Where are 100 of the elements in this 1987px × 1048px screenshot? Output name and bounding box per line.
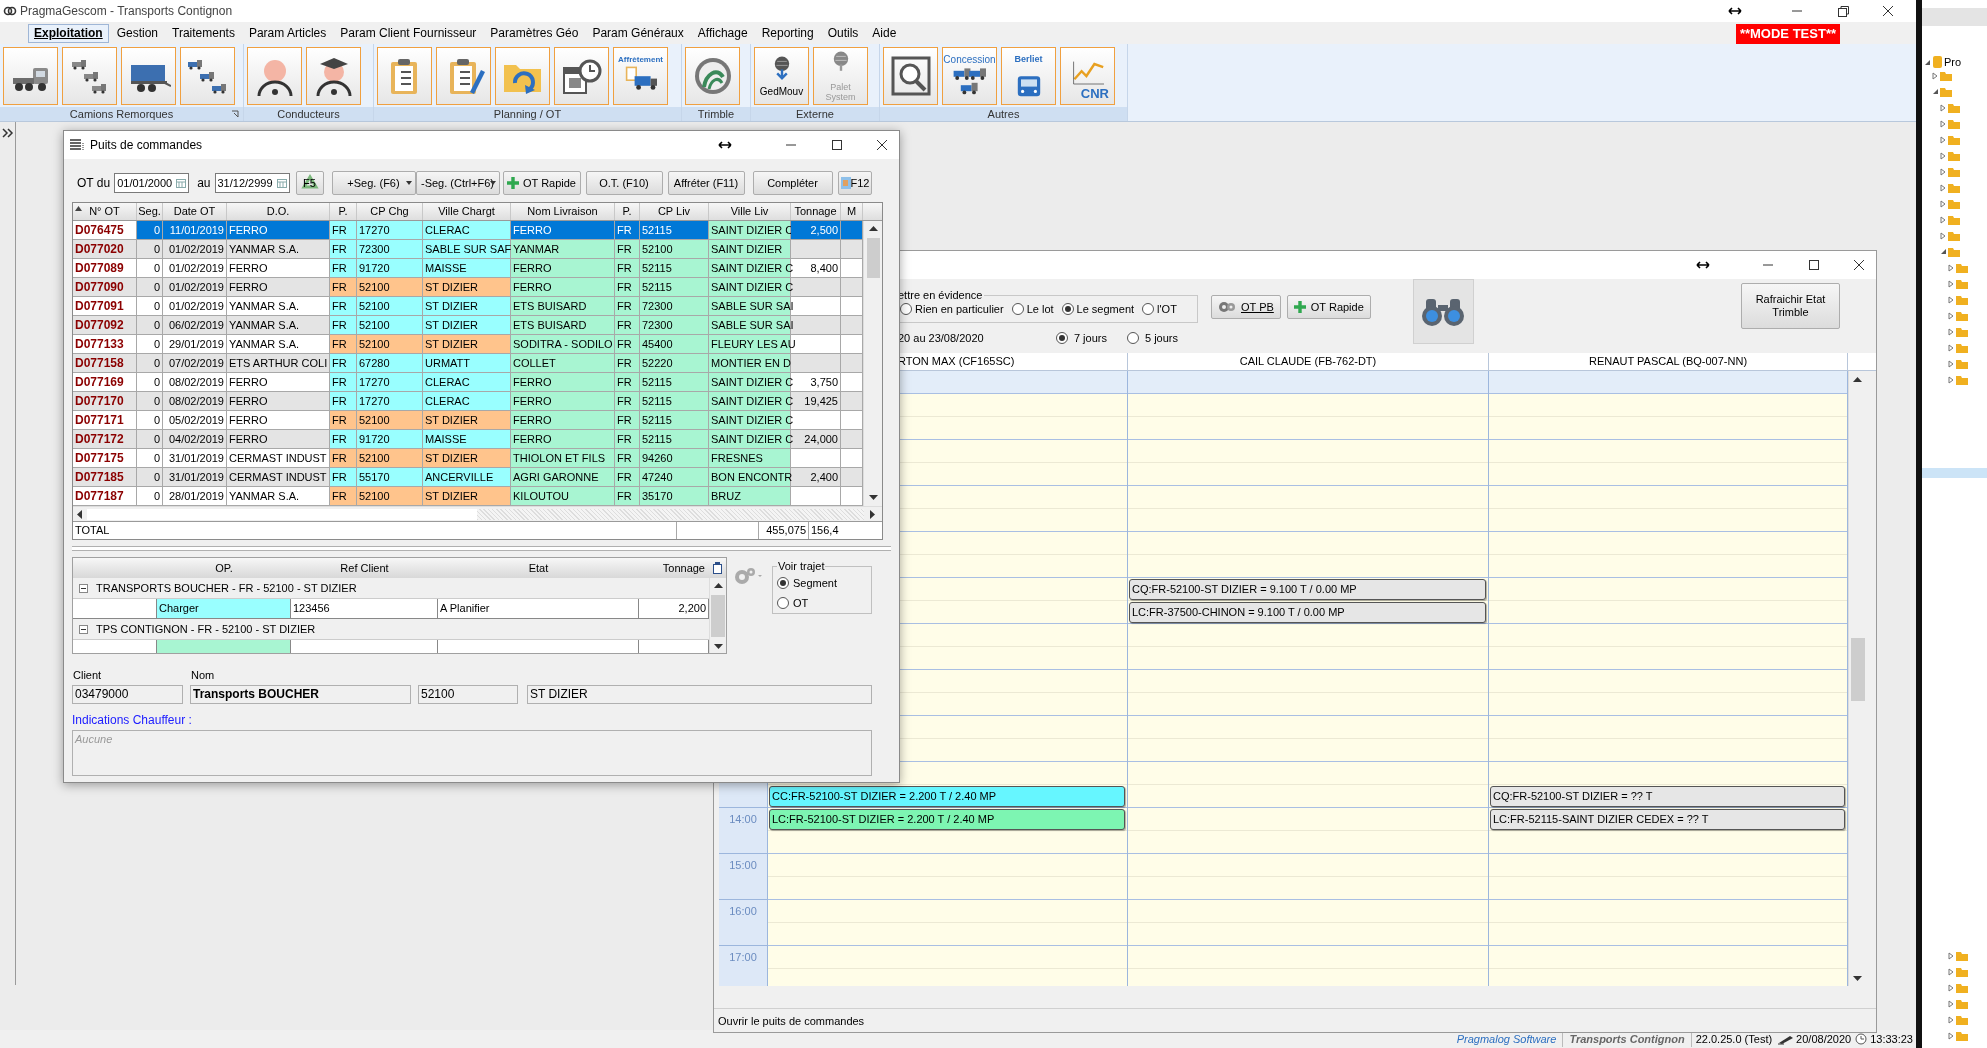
table-row[interactable]: D077092 0 06/02/2019 YANMAR S.A. FR 52100 ST DIZIER ETS BUISARD FR 72300 SABLE SUR SAI: [73, 316, 863, 335]
menu-item[interactable]: Aide: [866, 23, 903, 43]
ribbon-button[interactable]: Concession: [942, 47, 997, 105]
close-icon[interactable]: [875, 139, 889, 151]
table-row[interactable]: D077089 0 01/02/2019 FERRO FR 91720 MAISSE FERRO FR 52115 SAINT DIZIER C 8,400: [73, 259, 863, 278]
menu-item[interactable]: Affichage: [691, 23, 754, 43]
launcher-icon[interactable]: [231, 110, 239, 118]
radio-button[interactable]: [900, 303, 912, 315]
toolbar-button[interactable]: Affréter (F11): [667, 171, 745, 195]
ribbon-button[interactable]: GedMouv: [754, 47, 809, 105]
column-header[interactable]: Ref Client: [291, 558, 438, 578]
scroll-up-icon[interactable]: [713, 583, 723, 589]
table-row[interactable]: D077172 0 04/02/2019 FERRO FR 91720 MAISSE FERRO FR 52115 SAINT DIZIER C 24,000: [73, 430, 863, 449]
collapse-icon[interactable]: [79, 624, 88, 634]
radio-label[interactable]: 7 jours: [1073, 330, 1107, 347]
radio-button[interactable]: [777, 577, 789, 590]
planning-event[interactable]: LC:FR-37500-CHINON = 9.100 T / 0.00 MP: [1129, 602, 1486, 623]
column-header[interactable]: Ville Chargt: [423, 203, 511, 220]
table-row[interactable]: D077187 0 28/01/2019 YANMAR S.A. FR 52100 ST DIZIER KILOUTOU FR 35170 BRUZ: [73, 487, 863, 506]
radio-label[interactable]: Segment: [793, 575, 838, 592]
ribbon-button[interactable]: [377, 47, 432, 105]
toolbar-button[interactable]: -Seg. (Ctrl+F6): [415, 171, 500, 195]
radio-button[interactable]: [1055, 332, 1068, 345]
table-row[interactable]: D077133 0 29/01/2019 YANMAR S.A. FR 52100 ST DIZIER SODITRA - SODILO FR 45400 FLEURY LES AU: [73, 335, 863, 354]
scrollbar[interactable]: [863, 221, 882, 506]
name-field[interactable]: Transports BOUCHER: [190, 684, 411, 704]
column-header[interactable]: OP.: [157, 558, 291, 578]
toolbar-button[interactable]: OT Rapide: [1286, 295, 1371, 319]
menu-item[interactable]: Reporting: [755, 23, 820, 43]
ribbon-button[interactable]: [883, 47, 938, 105]
radio-button[interactable]: [1011, 303, 1024, 315]
column-header[interactable]: CP Chg: [357, 203, 423, 220]
restore-icon[interactable]: [1836, 5, 1850, 17]
scroll-down-icon[interactable]: [868, 495, 878, 501]
table-row[interactable]: D077091 0 01/02/2019 YANMAR S.A. FR 52100 ST DIZIER ETS BUISARD FR 72300 SABLE SUR SAI: [73, 297, 863, 316]
toolbar-button[interactable]: +Seg. (F6): [331, 171, 416, 195]
table-row[interactable]: D077158 0 07/02/2019 ETS ARTHUR COLI FR 67280 URMATT COLLET FR 52220 MONTIER EN D: [73, 354, 863, 373]
radio-label[interactable]: l'OT: [1157, 300, 1177, 318]
toolbar-button[interactable]: OT Rapide: [502, 171, 581, 195]
table-row[interactable]: D077175 0 31/01/2019 CERMAST INDUST FR 52100 ST DIZIER THIOLON ET FILS FR 94260 FRESNES: [73, 449, 863, 468]
ribbon-button[interactable]: [247, 47, 302, 105]
table-row[interactable]: D077170 0 08/02/2019 FERRO FR 17270 CLERAC FERRO FR 52115 SAINT DIZIER C 19,425: [73, 392, 863, 411]
scroll-right-icon[interactable]: [870, 509, 876, 519]
column-header[interactable]: M: [841, 203, 863, 220]
planning-event[interactable]: CC:FR-52100-ST DIZIER = 2.200 T / 2.40 MP: [769, 786, 1125, 807]
radio-label[interactable]: 5 jours: [1144, 330, 1178, 347]
radio-button[interactable]: [777, 596, 789, 609]
radio-label[interactable]: OT: [793, 594, 809, 611]
city-field[interactable]: ST DIZIER: [527, 684, 872, 704]
menu-item[interactable]: Paramètres Géo: [484, 23, 585, 43]
scroll-down-icon[interactable]: [713, 644, 723, 650]
client-field[interactable]: 03479000: [72, 684, 183, 704]
date-field[interactable]: 01/01/2000: [114, 173, 190, 193]
toolbar-button[interactable]: F12: [837, 171, 872, 195]
ribbon-button[interactable]: CNR: [1060, 47, 1115, 105]
menu-item[interactable]: Param Généraux: [586, 23, 690, 43]
ribbon-button[interactable]: [306, 47, 361, 105]
notes-field[interactable]: Aucune: [72, 729, 872, 776]
ribbon-button[interactable]: [121, 47, 176, 105]
binoculars-button[interactable]: [1412, 279, 1474, 344]
radio-button[interactable]: [1126, 332, 1139, 345]
scroll-down-icon[interactable]: [1853, 976, 1862, 982]
ribbon-button[interactable]: [554, 47, 609, 105]
toolbar-button[interactable]: Compléter: [752, 171, 833, 195]
menu-item[interactable]: Traitements: [166, 23, 241, 43]
radio-button[interactable]: [1061, 303, 1074, 315]
tree-item[interactable]: Pro: [1944, 56, 1962, 68]
expand-icon[interactable]: [1, 128, 14, 138]
column-header[interactable]: Tonnage: [791, 203, 841, 220]
planning-event[interactable]: LC:FR-52115-SAINT DIZIER CEDEX = ?? T: [1490, 809, 1845, 830]
menu-item[interactable]: Exploitation: [28, 23, 109, 43]
toolbar-button[interactable]: F5: [295, 171, 324, 195]
maximize-icon[interactable]: [1807, 259, 1821, 271]
column-header[interactable]: Seg.: [137, 203, 163, 220]
scrollbar[interactable]: [73, 506, 882, 521]
menu-item[interactable]: Param Articles: [242, 23, 333, 43]
radio-label[interactable]: Le segment: [1076, 300, 1135, 318]
column-header[interactable]: CP Liv: [640, 203, 709, 220]
ribbon-button[interactable]: Affrètement: [613, 47, 668, 105]
menu-item[interactable]: Outils: [821, 23, 865, 43]
date-field[interactable]: 31/12/2999: [214, 173, 290, 193]
column-header[interactable]: Nom Livraison: [511, 203, 615, 220]
radio-button[interactable]: [1142, 303, 1155, 315]
toolbar-button[interactable]: O.T. (F10): [585, 171, 663, 195]
scroll-up-icon[interactable]: [1853, 377, 1862, 383]
planning-event[interactable]: CQ:FR-52100-ST DIZIER = ?? T: [1490, 786, 1845, 807]
column-header[interactable]: N° OT: [73, 203, 137, 220]
close-icon[interactable]: [1881, 5, 1895, 17]
maximize-icon[interactable]: [830, 139, 844, 151]
planning-event[interactable]: LC:FR-52100-ST DIZIER = 2.200 T / 2.40 MP: [769, 809, 1125, 830]
ribbon-button[interactable]: [3, 47, 58, 105]
radio-label[interactable]: Le lot: [1026, 300, 1054, 318]
refresh-button[interactable]: Rafraichir Etat Trimble: [1741, 283, 1840, 329]
close-icon[interactable]: [1852, 259, 1866, 271]
column-header[interactable]: Ville Liv: [709, 203, 791, 220]
table-row[interactable]: D077171 0 05/02/2019 FERRO FR 52100 ST DIZIER FERRO FR 52115 SAINT DIZIER C: [73, 411, 863, 430]
column-header[interactable]: P.: [615, 203, 640, 220]
collapse-icon[interactable]: [79, 583, 88, 593]
menu-item[interactable]: Param Client Fournisseur: [334, 23, 483, 43]
table-row[interactable]: D077169 0 08/02/2019 FERRO FR 17270 CLERAC FERRO FR 52115 SAINT DIZIER C 3,750: [73, 373, 863, 392]
